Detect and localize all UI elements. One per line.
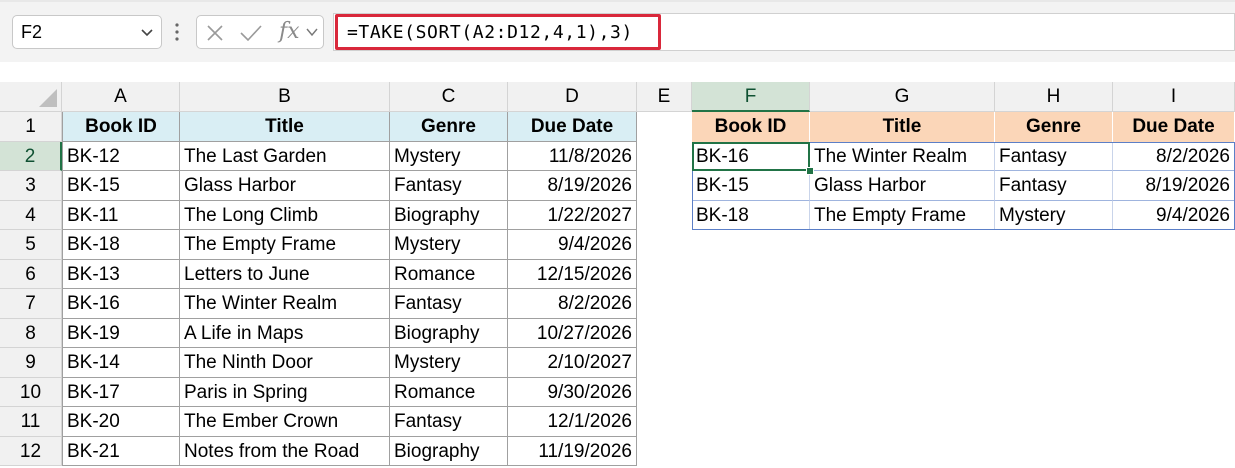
source-cell[interactable]: 11/19/2026	[508, 436, 637, 466]
enter-check-icon[interactable]	[239, 23, 263, 43]
source-cell[interactable]: Notes from the Road	[180, 436, 390, 466]
source-cell[interactable]: The Ninth Door	[180, 348, 390, 378]
source-cell[interactable]: Fantasy	[390, 407, 508, 437]
source-cell[interactable]: 1/22/2027	[508, 200, 637, 230]
source-cell[interactable]: Fantasy	[390, 171, 508, 201]
source-cell[interactable]: BK-14	[62, 348, 180, 378]
source-cell[interactable]: 8/2/2026	[508, 289, 637, 319]
source-cell[interactable]: The Ember Crown	[180, 407, 390, 437]
cancel-icon[interactable]	[205, 23, 225, 43]
chevron-down-icon[interactable]	[139, 24, 155, 40]
source-cell[interactable]: BK-16	[62, 289, 180, 319]
source-cell[interactable]: A Life in Maps	[180, 318, 390, 348]
row-header-12[interactable]: 12	[0, 436, 62, 466]
source-cell[interactable]: BK-13	[62, 259, 180, 289]
source-cell[interactable]: Glass Harbor	[180, 171, 390, 201]
spreadsheet-grid: A B C D E F G H I 1 2 3 4 5 6 7 8 9 10 11 12 Book ID Title Genr…	[0, 82, 1235, 468]
ribbon-edge	[0, 0, 1235, 2]
column-header-i[interactable]: I	[1113, 82, 1235, 112]
source-header-cell[interactable]: Due Date	[508, 112, 637, 142]
source-cell[interactable]: Mystery	[390, 141, 508, 171]
result-header-cell[interactable]: Title	[810, 112, 995, 142]
formula-text[interactable]: =TAKE(SORT(A2:D12,4,1),3)	[347, 22, 633, 43]
source-header-cell[interactable]: Genre	[390, 112, 508, 142]
row-header-8[interactable]: 8	[0, 318, 62, 348]
select-all-corner[interactable]	[0, 82, 62, 112]
column-header-g[interactable]: G	[810, 82, 995, 112]
row-header-3[interactable]: 3	[0, 171, 62, 201]
source-cell[interactable]: BK-17	[62, 377, 180, 407]
source-cell[interactable]: 11/8/2026	[508, 141, 637, 171]
source-cell[interactable]: 9/4/2026	[508, 230, 637, 260]
row-header-1[interactable]: 1	[0, 112, 62, 142]
result-header-cell[interactable]: Due Date	[1113, 112, 1235, 142]
source-cell[interactable]: 12/15/2026	[508, 259, 637, 289]
formula-bar-area: F2 fx =TAKE(SORT(A2:D12,4,1),3)	[0, 0, 1235, 62]
source-cell[interactable]: BK-18	[62, 230, 180, 260]
source-header-cell[interactable]: Title	[180, 112, 390, 142]
fill-handle[interactable]	[806, 167, 814, 175]
result-header-cell[interactable]: Genre	[995, 112, 1113, 142]
source-header-cell[interactable]: Book ID	[62, 112, 180, 142]
source-cell[interactable]: Letters to June	[180, 259, 390, 289]
insert-function-icon[interactable]: fx	[279, 19, 300, 44]
row-header-11[interactable]: 11	[0, 407, 62, 437]
source-cell[interactable]: BK-21	[62, 436, 180, 466]
more-options-icon[interactable]	[174, 20, 180, 44]
source-cell[interactable]: BK-20	[62, 407, 180, 437]
active-cell-f2[interactable]	[692, 141, 810, 171]
row-header-9[interactable]: 9	[0, 348, 62, 378]
source-cell[interactable]: The Winter Realm	[180, 289, 390, 319]
source-cell[interactable]: 8/19/2026	[508, 171, 637, 201]
source-cell[interactable]: 9/30/2026	[508, 377, 637, 407]
source-cell[interactable]: 12/1/2026	[508, 407, 637, 437]
row-header-2[interactable]: 2	[0, 141, 62, 171]
source-cell[interactable]: BK-12	[62, 141, 180, 171]
source-cell[interactable]: 10/27/2026	[508, 318, 637, 348]
column-header-f[interactable]: F	[692, 82, 810, 112]
source-cell[interactable]: 2/10/2027	[508, 348, 637, 378]
source-cell[interactable]: Romance	[390, 259, 508, 289]
source-cell[interactable]: Romance	[390, 377, 508, 407]
column-header-h[interactable]: H	[995, 82, 1113, 112]
source-cell[interactable]: The Empty Frame	[180, 230, 390, 260]
source-cell[interactable]: Paris in Spring	[180, 377, 390, 407]
source-cell[interactable]: Biography	[390, 436, 508, 466]
row-header-6[interactable]: 6	[0, 259, 62, 289]
source-cell[interactable]: Fantasy	[390, 289, 508, 319]
name-box-value: F2	[21, 22, 43, 42]
row-header-5[interactable]: 5	[0, 230, 62, 260]
column-header-c[interactable]: C	[390, 82, 508, 112]
column-header-e[interactable]: E	[637, 82, 692, 112]
result-header-cell[interactable]: Book ID	[692, 112, 810, 142]
row-header-10[interactable]: 10	[0, 377, 62, 407]
source-cell[interactable]: Biography	[390, 318, 508, 348]
source-cell[interactable]: Biography	[390, 200, 508, 230]
source-cell[interactable]: BK-15	[62, 171, 180, 201]
column-header-d[interactable]: D	[508, 82, 637, 112]
name-box[interactable]: F2	[12, 15, 162, 49]
column-header-a[interactable]: A	[62, 82, 180, 112]
source-cell[interactable]: BK-11	[62, 200, 180, 230]
source-cell[interactable]: BK-19	[62, 318, 180, 348]
chevron-down-icon[interactable]	[305, 25, 319, 39]
column-header-b[interactable]: B	[180, 82, 390, 112]
row-header-7[interactable]: 7	[0, 289, 62, 319]
source-cell[interactable]: Mystery	[390, 348, 508, 378]
formula-buttons: fx	[196, 15, 324, 49]
source-cell[interactable]: The Long Climb	[180, 200, 390, 230]
source-cell[interactable]: The Last Garden	[180, 141, 390, 171]
source-cell[interactable]: Mystery	[390, 230, 508, 260]
row-header-4[interactable]: 4	[0, 200, 62, 230]
